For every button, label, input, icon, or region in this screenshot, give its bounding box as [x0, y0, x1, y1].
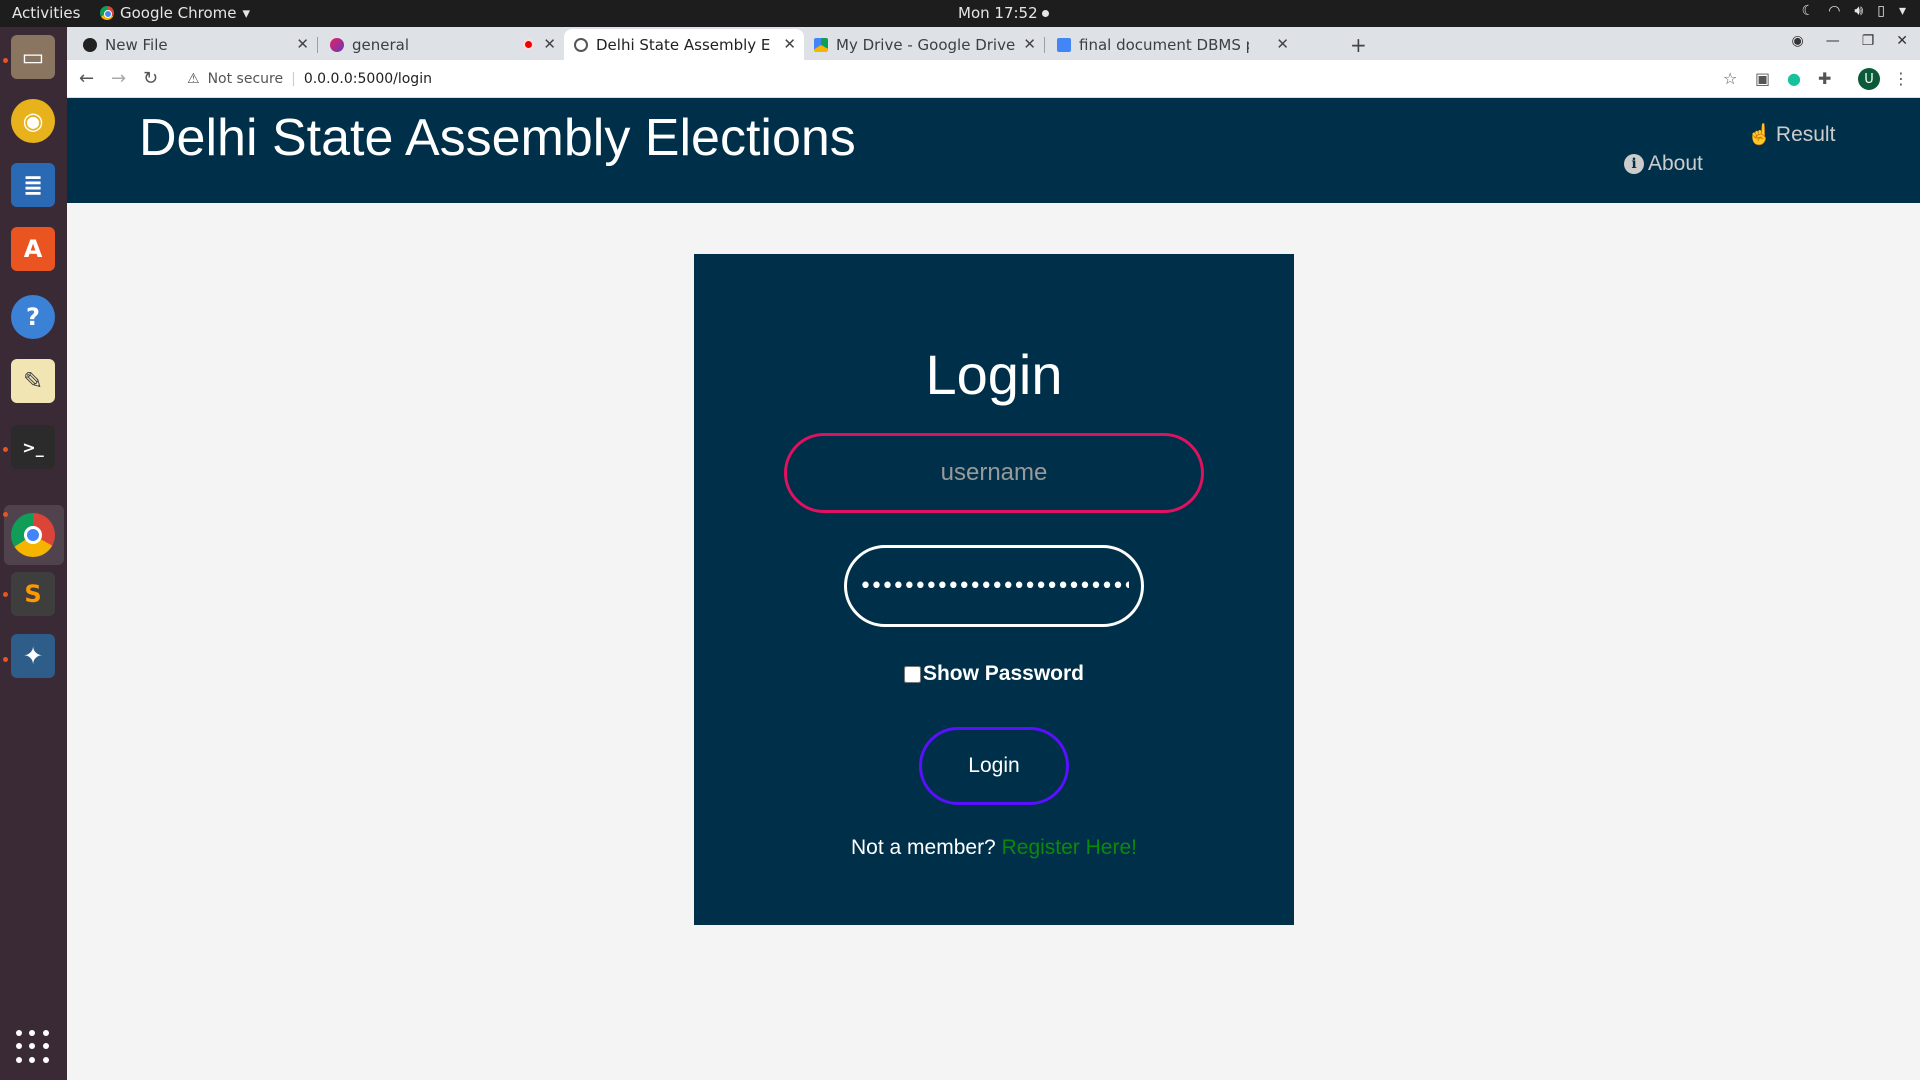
chat-app-icon	[330, 37, 344, 52]
register-prompt: Not a member? Register Here!	[694, 836, 1294, 860]
app-menu-label: Google Chrome	[120, 4, 237, 22]
rhythmbox-icon[interactable]: ◉	[11, 99, 55, 143]
dock: ▭ ◉ ≣ A ? ✎ >_ S ✦	[0, 27, 67, 1080]
tab-separator	[317, 37, 318, 53]
tab-title: My Drive - Google Drive	[836, 35, 1016, 54]
running-indicator	[3, 58, 8, 63]
software-center-icon[interactable]: A	[11, 227, 55, 271]
tab-dbms-doc[interactable]: final document DBMS pro ✕	[1047, 29, 1337, 60]
system-top-bar: Activities Google Chrome ▾ Mon 17:52 ☾ ◠…	[0, 0, 1920, 27]
page-viewport: Delhi State Assembly Elections ☝ Result …	[67, 98, 1920, 1080]
show-password-checkbox[interactable]	[903, 665, 921, 683]
help-icon[interactable]: ?	[11, 295, 55, 339]
tab-title: general	[352, 35, 410, 54]
terminal-icon[interactable]: >_	[11, 425, 55, 469]
bookmark-star-icon[interactable]: ☆	[1723, 69, 1737, 88]
running-indicator	[3, 447, 8, 452]
text-editor-icon[interactable]: ✎	[11, 359, 55, 403]
close-icon[interactable]: ✕	[296, 35, 309, 53]
password-input[interactable]	[844, 545, 1144, 627]
show-password-label: Show Password	[922, 662, 1085, 685]
tab-google-drive[interactable]: My Drive - Google Drive ✕	[804, 29, 1044, 60]
new-tab-icon[interactable]: +	[1350, 33, 1367, 57]
globe-icon	[574, 37, 588, 52]
nav-about-link[interactable]: i About	[1624, 152, 1703, 176]
extensions-puzzle-icon[interactable]: ✚	[1818, 69, 1831, 88]
files-icon[interactable]: ▭	[11, 35, 55, 79]
tab-title: New File	[105, 35, 168, 54]
login-button[interactable]: Login	[919, 727, 1069, 805]
url-text[interactable]: 0.0.0.0:5000/login	[304, 71, 432, 87]
show-applications-icon[interactable]	[16, 1030, 50, 1064]
grammarly-icon[interactable]: ●	[1787, 69, 1801, 88]
toolbar: ← → ↻ ⚠ Not secure | 0.0.0.0:5000/login …	[67, 60, 1920, 98]
clock-text: Mon 17:52	[958, 4, 1038, 22]
google-docs-icon	[1057, 37, 1071, 52]
tab-separator	[1044, 37, 1045, 53]
tab-new-file[interactable]: New File ✕	[73, 29, 317, 60]
forward-icon[interactable]: →	[111, 68, 126, 89]
battery-icon: ▯	[1877, 3, 1885, 19]
tab-title: Delhi State Assembly Elec	[596, 35, 771, 54]
sublime-text-icon[interactable]: S	[11, 572, 55, 616]
profile-avatar[interactable]: U	[1858, 68, 1880, 90]
nav-result-label: Result	[1775, 122, 1836, 146]
window-controls: ◉ — ❐ ✕	[1791, 33, 1908, 49]
tab-general[interactable]: general ✕	[320, 29, 564, 60]
not-member-text: Not a member?	[851, 836, 996, 859]
username-input[interactable]	[784, 433, 1204, 513]
hand-pointer-icon: ☝	[1747, 124, 1772, 146]
recording-icon	[523, 39, 534, 50]
mysql-workbench-icon[interactable]: ✦	[11, 634, 55, 678]
close-window-icon[interactable]: ✕	[1896, 33, 1908, 49]
warning-icon: ⚠	[187, 71, 200, 87]
chevron-down-icon: ▾	[1898, 3, 1906, 19]
login-card: Login Show Password Login Not a member? …	[694, 254, 1294, 925]
separator: |	[291, 71, 296, 87]
activities-button[interactable]: Activities	[12, 4, 80, 22]
clock[interactable]: Mon 17:52	[958, 4, 1049, 22]
notification-dot-icon	[1041, 10, 1049, 17]
chrome-icon[interactable]	[11, 513, 55, 557]
reload-icon[interactable]: ↻	[143, 68, 158, 89]
close-icon[interactable]: ✕	[1023, 35, 1036, 53]
tab-strip: New File ✕ general ✕ Delhi State Assembl…	[67, 27, 1920, 60]
omnibox[interactable]: ⚠ Not secure | 0.0.0.0:5000/login	[179, 64, 1859, 94]
nav-about-label: About	[1648, 152, 1703, 175]
security-label[interactable]: Not secure	[208, 71, 284, 87]
menu-kebab-icon[interactable]: ⋮	[1893, 69, 1909, 88]
github-icon	[83, 37, 97, 52]
google-drive-icon	[814, 37, 828, 52]
app-menu[interactable]: Google Chrome ▾	[100, 4, 250, 22]
running-indicator	[3, 592, 8, 597]
restore-icon[interactable]: ❐	[1862, 33, 1875, 49]
tab-title: final document DBMS pro	[1079, 35, 1249, 54]
register-link[interactable]: Register Here!	[1002, 836, 1137, 859]
tab-search-icon[interactable]: ◉	[1791, 33, 1803, 49]
info-icon: i	[1624, 154, 1644, 174]
writer-icon[interactable]: ≣	[11, 163, 55, 207]
volume-icon: 🔊︎	[1854, 3, 1864, 19]
login-title: Login	[925, 343, 1063, 406]
wifi-icon: ◠	[1828, 3, 1841, 19]
close-icon[interactable]: ✕	[543, 35, 556, 53]
night-light-icon: ☾	[1801, 3, 1815, 19]
chrome-icon	[100, 6, 114, 20]
nav-result-link[interactable]: ☝ Result	[1747, 122, 1835, 147]
show-password-toggle[interactable]: Show Password	[694, 662, 1294, 686]
site-title: Delhi State Assembly Elections	[139, 109, 856, 167]
tab-delhi-elections[interactable]: Delhi State Assembly Elec ✕	[564, 29, 804, 60]
back-icon[interactable]: ←	[79, 68, 94, 89]
running-indicator	[3, 512, 8, 517]
chevron-down-icon: ▾	[242, 4, 251, 22]
site-header: Delhi State Assembly Elections ☝ Result …	[67, 98, 1920, 203]
close-icon[interactable]: ✕	[783, 35, 796, 53]
running-indicator	[3, 657, 8, 662]
extension-icon[interactable]: ▣	[1755, 69, 1770, 88]
minimize-icon[interactable]: —	[1826, 33, 1840, 49]
system-tray[interactable]: ☾ ◠ 🔊︎ ▯ ▾	[1802, 3, 1906, 19]
close-icon[interactable]: ✕	[1276, 35, 1289, 53]
